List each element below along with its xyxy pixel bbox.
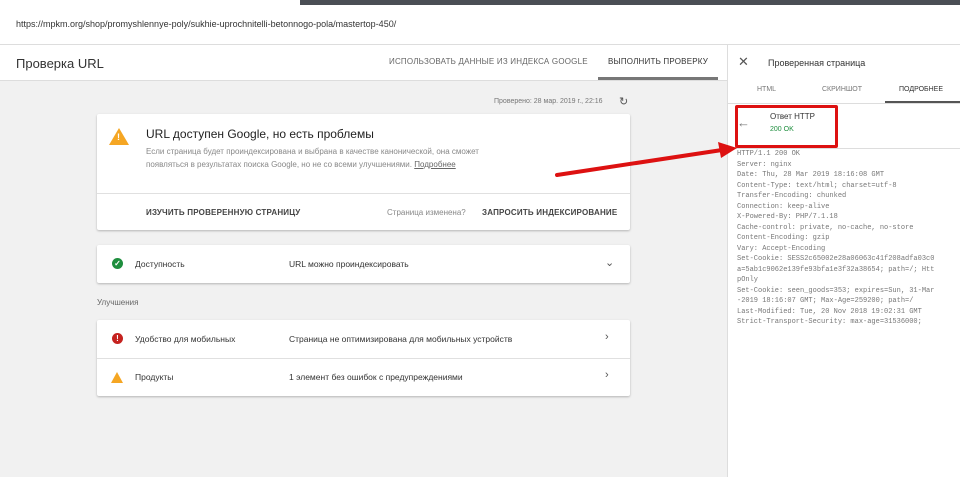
annotation-arrow — [555, 142, 737, 177]
